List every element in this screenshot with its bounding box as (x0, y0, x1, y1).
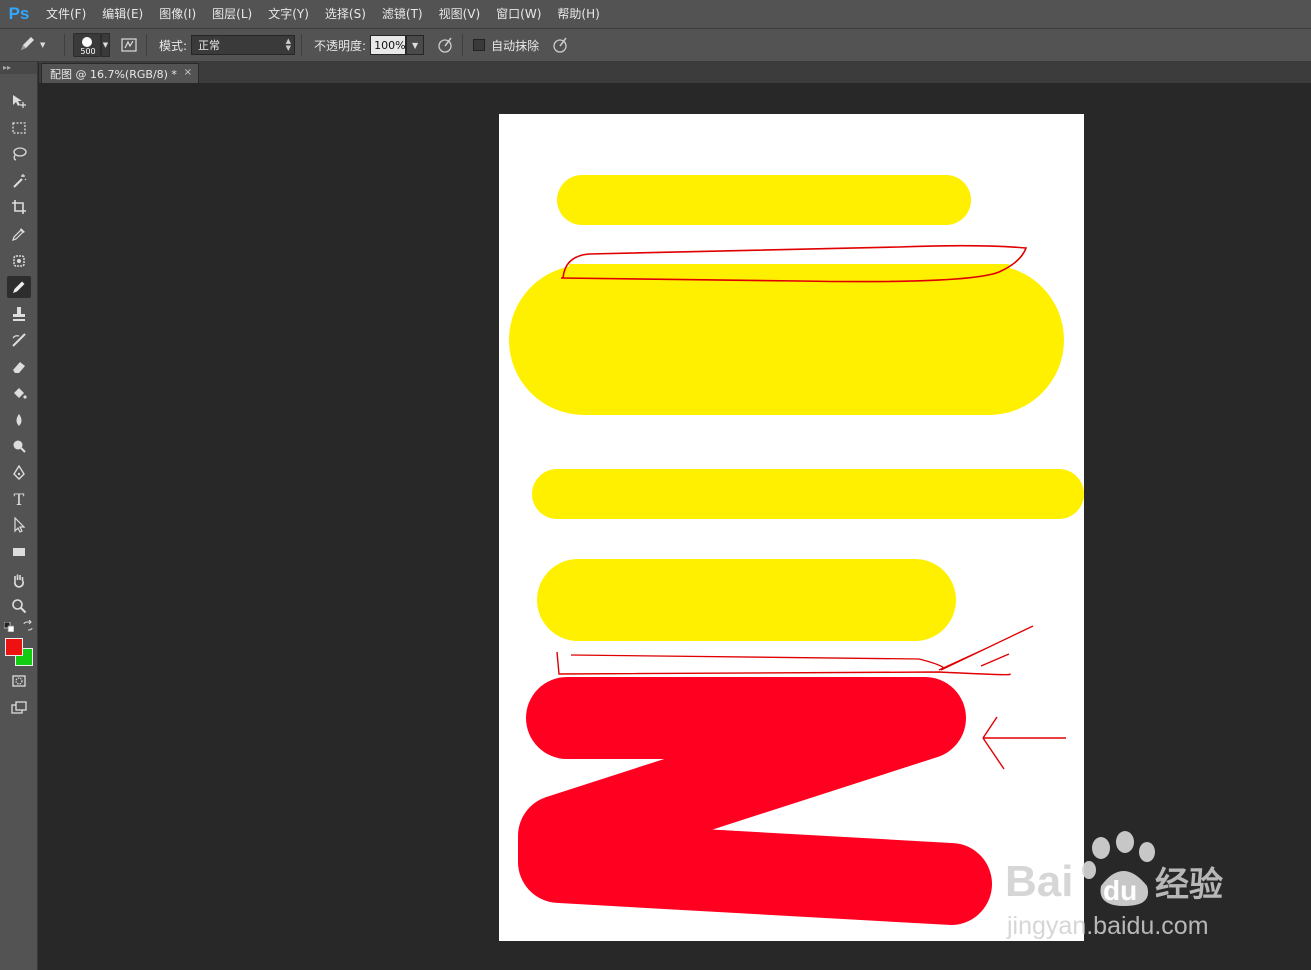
paint-bucket-tool[interactable] (7, 382, 31, 404)
bandage-icon (13, 255, 25, 267)
chevron-down-icon: ▼ (40, 41, 46, 49)
type-icon: T (13, 489, 25, 509)
brush-panel-button[interactable] (118, 34, 140, 56)
drop-icon (16, 414, 22, 426)
pencil-icon (18, 35, 36, 56)
foreground-color-swatch[interactable] (5, 638, 23, 656)
hand-tool[interactable] (7, 569, 31, 591)
crop-tool[interactable] (7, 196, 31, 218)
menu-help[interactable]: 帮助(H) (549, 0, 607, 28)
brush-tip-icon (82, 37, 92, 47)
arrow-icon (14, 517, 26, 533)
screen-mode-button[interactable] (7, 697, 31, 719)
history-brush-icon (12, 333, 26, 347)
mode-value: 正常 (198, 39, 221, 52)
menu-type[interactable]: 文字(Y) (260, 0, 317, 28)
pencil-tool[interactable] (7, 276, 31, 298)
document-tab-strip: 配图 @ 16.7%(RGB/8) * × (39, 62, 1311, 83)
pressure-size-button[interactable] (549, 34, 571, 56)
pressure-opacity-button[interactable] (434, 34, 456, 56)
quick-mask-button[interactable] (7, 670, 31, 692)
baidu-jingyan-watermark: Bai du 经验 jingyan.baidu.com (1005, 831, 1223, 940)
photoshop-logo: Ps (8, 4, 30, 23)
crop-icon (12, 200, 26, 214)
auto-erase-checkbox[interactable] (473, 39, 486, 51)
type-tool[interactable]: T (7, 488, 31, 510)
document-canvas[interactable] (499, 114, 1084, 941)
brush-panel-icon (121, 38, 137, 52)
updown-icon: ▲ ▼ (285, 37, 292, 52)
marquee-tool[interactable] (7, 117, 31, 139)
document-tab[interactable]: 配图 @ 16.7%(RGB/8) * × (41, 63, 199, 83)
document-title: 配图 @ 16.7%(RGB/8) * (50, 67, 177, 81)
separator (146, 34, 147, 56)
zoom-icon (12, 599, 27, 614)
pen-tool[interactable] (7, 462, 31, 484)
mode-label: 模式: (159, 38, 188, 53)
lasso-icon (13, 147, 27, 161)
default-colors-icon[interactable] (3, 621, 15, 633)
quick-mask-icon (12, 675, 26, 687)
history-brush-tool[interactable] (7, 329, 31, 351)
screen-mode-icon (11, 701, 27, 714)
eyedropper-tool[interactable] (7, 223, 31, 245)
pressure-icon (438, 37, 452, 53)
watermark-brand-du: du (1103, 875, 1137, 906)
options-bar: ▼ 500 ▼ 模式: 正常 ▲ ▼ 不透明度: 100% ▼ 自动抹除 (0, 28, 1311, 62)
tool-preset-picker[interactable]: ▼ (18, 35, 58, 56)
tools-panel: ▸▸ T (0, 62, 38, 970)
brush-preset-picker[interactable]: 500 (73, 33, 101, 57)
separator (462, 34, 464, 56)
opacity-label: 不透明度: (314, 38, 367, 53)
healing-brush-tool[interactable] (7, 250, 31, 272)
menu-view[interactable]: 视图(V) (431, 0, 489, 28)
zoom-tool[interactable] (7, 595, 31, 617)
panel-grip[interactable]: ▸▸ (0, 62, 37, 74)
move-tool[interactable] (7, 90, 31, 112)
eraser-tool[interactable] (7, 356, 31, 378)
stamp-icon (13, 307, 25, 321)
lasso-tool[interactable] (7, 143, 31, 165)
pressure-size-icon (553, 37, 567, 53)
menu-image[interactable]: 图像(I) (151, 0, 204, 28)
pen-icon (13, 465, 25, 480)
bucket-icon (14, 388, 27, 399)
magic-wand-icon (13, 174, 27, 188)
eraser-icon (13, 362, 25, 373)
eyedropper-icon (12, 228, 25, 241)
separator (301, 34, 303, 56)
path-selection-tool[interactable] (7, 514, 31, 536)
brush-size-label: 500 (80, 47, 96, 56)
blur-tool[interactable] (7, 409, 31, 431)
stamp-tool[interactable] (7, 303, 31, 325)
dodge-icon (13, 440, 26, 453)
marquee-icon (12, 122, 26, 134)
brush-picker-arrow[interactable]: ▼ (101, 33, 110, 57)
menu-window[interactable]: 窗口(W) (488, 0, 549, 28)
swap-colors-icon[interactable] (22, 619, 34, 632)
pencil-icon (13, 281, 25, 293)
move-icon (13, 95, 26, 108)
separator (64, 34, 65, 56)
magic-wand-tool[interactable] (7, 170, 31, 192)
hand-icon (14, 574, 24, 588)
watermark-brand: Bai (1005, 857, 1073, 906)
watermark-url: jingyan.baidu.com (1006, 912, 1209, 940)
yellow-stroke-2-top (569, 264, 1009, 304)
menu-layer[interactable]: 图层(L) (204, 0, 260, 28)
close-icon[interactable]: × (184, 67, 192, 78)
menu-filter[interactable]: 滤镜(T) (374, 0, 431, 28)
opacity-input[interactable]: 100% (370, 35, 407, 55)
rectangle-tool[interactable] (7, 541, 31, 563)
auto-erase-label: 自动抹除 (491, 38, 540, 53)
dodge-tool[interactable] (7, 435, 31, 457)
menu-file[interactable]: 文件(F) (38, 0, 94, 28)
menu-select[interactable]: 选择(S) (317, 0, 374, 28)
menu-bar: Ps 文件(F) 编辑(E) 图像(I) 图层(L) 文字(Y) 选择(S) 滤… (0, 0, 1311, 28)
mode-select[interactable]: 正常 ▲ ▼ (191, 35, 296, 55)
rectangle-icon (13, 548, 25, 556)
opacity-slider-button[interactable]: ▼ (406, 35, 425, 55)
watermark-product: 经验 (1155, 865, 1223, 905)
menu-edit[interactable]: 编辑(E) (94, 0, 151, 28)
